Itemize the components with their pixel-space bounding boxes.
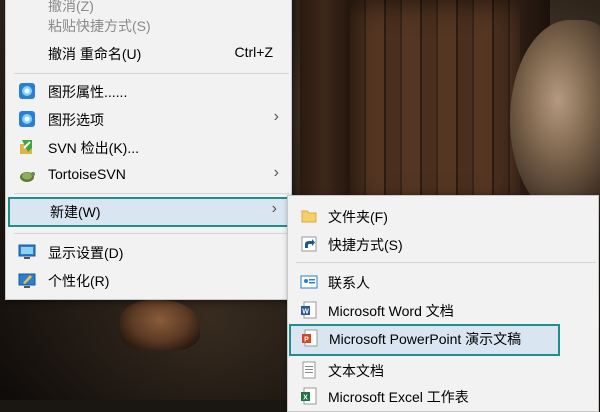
menu-item-graphics-options[interactable]: 图形选项 › — [6, 105, 291, 133]
wallpaper-door-frame — [300, 0, 350, 220]
excel-icon: X — [300, 387, 318, 405]
svn-checkout-icon — [18, 138, 36, 156]
submenu-item-powerpoint-presentation[interactable]: P Microsoft PowerPoint 演示文稿 — [289, 324, 560, 356]
menu-item-label: 显示设置(D) — [48, 245, 124, 261]
menu-item-label: 新建(W) — [50, 204, 101, 220]
menu-item-label: 图形属性...... — [48, 84, 128, 100]
menu-item-label: Microsoft Excel 工作表 — [328, 389, 469, 405]
powerpoint-icon: P — [301, 329, 319, 347]
submenu-item-shortcut[interactable]: 快捷方式(S) — [288, 230, 598, 258]
contact-icon — [300, 273, 318, 291]
menu-item-new[interactable]: 新建(W) › — [8, 197, 289, 227]
wallpaper-boot — [120, 300, 200, 350]
submenu-item-excel-worksheet[interactable]: X Microsoft Excel 工作表 — [288, 382, 598, 410]
menu-item-paste-shortcut: 粘贴快捷方式(S) — [6, 11, 291, 39]
chevron-right-icon: › — [273, 164, 279, 181]
menu-item-label: TortoiseSVN — [48, 166, 126, 182]
menu-item-undo-rename[interactable]: 撤消 重命名(U) Ctrl+Z — [6, 39, 291, 67]
shortcut-text: Ctrl+Z — [234, 44, 274, 60]
menu-item-label: 图形选项 — [48, 112, 104, 128]
shortcut-icon — [300, 235, 318, 253]
menu-item-label: Microsoft PowerPoint 演示文稿 — [329, 331, 522, 347]
submenu-item-text-document[interactable]: 文本文档 — [288, 356, 598, 384]
svg-text:W: W — [302, 309, 309, 316]
submenu-item-contact[interactable]: 联系人 — [288, 268, 598, 296]
menu-item-label: SVN 检出(K)... — [48, 140, 140, 156]
new-submenu: 文件夹(F) 快捷方式(S) 联系人 W Microsoft Word 文档 P… — [287, 195, 599, 412]
menu-item-svn-checkout[interactable]: SVN 检出(K)... — [6, 133, 291, 161]
word-icon: W — [300, 301, 318, 319]
wallpaper-door — [350, 0, 520, 210]
submenu-item-word-document[interactable]: W Microsoft Word 文档 — [288, 296, 598, 324]
menu-item-label: Microsoft Word 文档 — [328, 303, 454, 319]
menu-item-label: 文本文档 — [328, 363, 384, 379]
menu-item-label: 联系人 — [328, 275, 370, 291]
desktop-context-menu: 撤消(Z) 粘贴快捷方式(S) 撤消 重命名(U) Ctrl+Z 图形属性...… — [5, 0, 292, 300]
chevron-right-icon: › — [271, 200, 277, 217]
display-icon — [18, 243, 36, 261]
menu-separator — [14, 73, 289, 74]
submenu-item-folder[interactable]: 文件夹(F) — [288, 202, 598, 230]
menu-item-personalize[interactable]: 个性化(R) — [6, 266, 291, 294]
menu-item-graphics-properties[interactable]: 图形属性...... — [6, 77, 291, 105]
menu-separator — [14, 233, 289, 234]
menu-item-label: 粘贴快捷方式(S) — [48, 18, 151, 34]
menu-item-label: 快捷方式(S) — [328, 237, 403, 253]
chevron-right-icon: › — [273, 108, 279, 125]
folder-icon — [300, 207, 318, 225]
menu-item-tortoisesvn[interactable]: TortoiseSVN › — [6, 161, 291, 189]
graphics-icon — [18, 110, 36, 128]
personalize-icon — [18, 271, 36, 289]
menu-separator — [14, 193, 289, 194]
svg-text:P: P — [304, 337, 309, 344]
tortoisesvn-icon — [18, 166, 36, 184]
svg-text:X: X — [303, 395, 308, 402]
menu-item-label: 个性化(R) — [48, 273, 110, 289]
menu-item-label: 文件夹(F) — [328, 209, 388, 225]
menu-separator — [296, 262, 596, 263]
menu-item-display-settings[interactable]: 显示设置(D) — [6, 238, 291, 266]
menu-item-label: 撤消 重命名(U) — [48, 46, 142, 62]
text-doc-icon — [300, 361, 318, 379]
graphics-icon — [18, 82, 36, 100]
